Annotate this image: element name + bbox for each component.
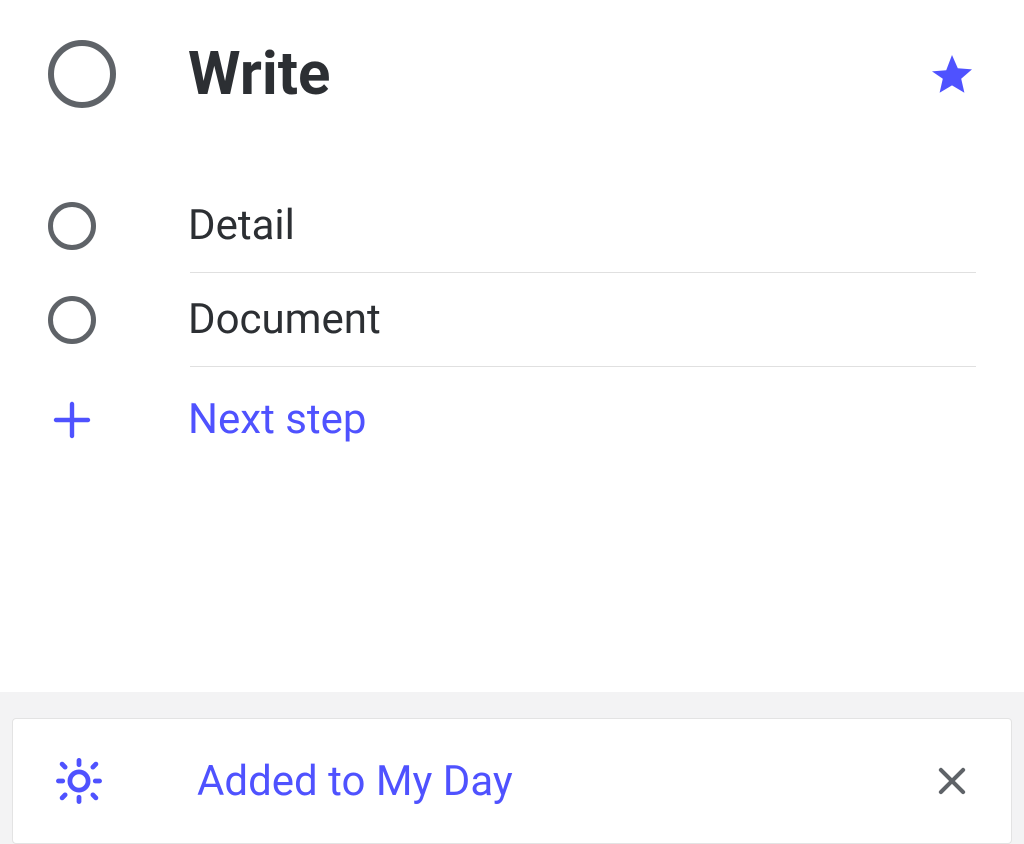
task-header: Write	[0, 0, 1024, 129]
my-day-label: Added to My Day	[197, 757, 933, 806]
task-title[interactable]: Write	[188, 38, 928, 109]
next-step-label: Next step	[188, 395, 367, 444]
step-label[interactable]: Detail	[188, 201, 976, 250]
sun-icon	[53, 755, 105, 807]
star-icon[interactable]	[928, 50, 976, 98]
plus-icon	[48, 396, 96, 444]
step-checkbox[interactable]	[48, 202, 96, 250]
steps-list: Detail Document	[0, 129, 1024, 367]
step-checkbox[interactable]	[48, 296, 96, 344]
close-icon[interactable]	[933, 762, 971, 800]
step-item[interactable]: Document	[48, 273, 976, 366]
step-item[interactable]: Detail	[48, 179, 976, 272]
step-label[interactable]: Document	[188, 295, 976, 344]
my-day-card[interactable]: Added to My Day	[12, 718, 1012, 844]
task-complete-checkbox[interactable]	[48, 40, 116, 108]
bottom-section: Added to My Day	[0, 692, 1024, 844]
add-next-step-button[interactable]: Next step	[0, 367, 1024, 472]
